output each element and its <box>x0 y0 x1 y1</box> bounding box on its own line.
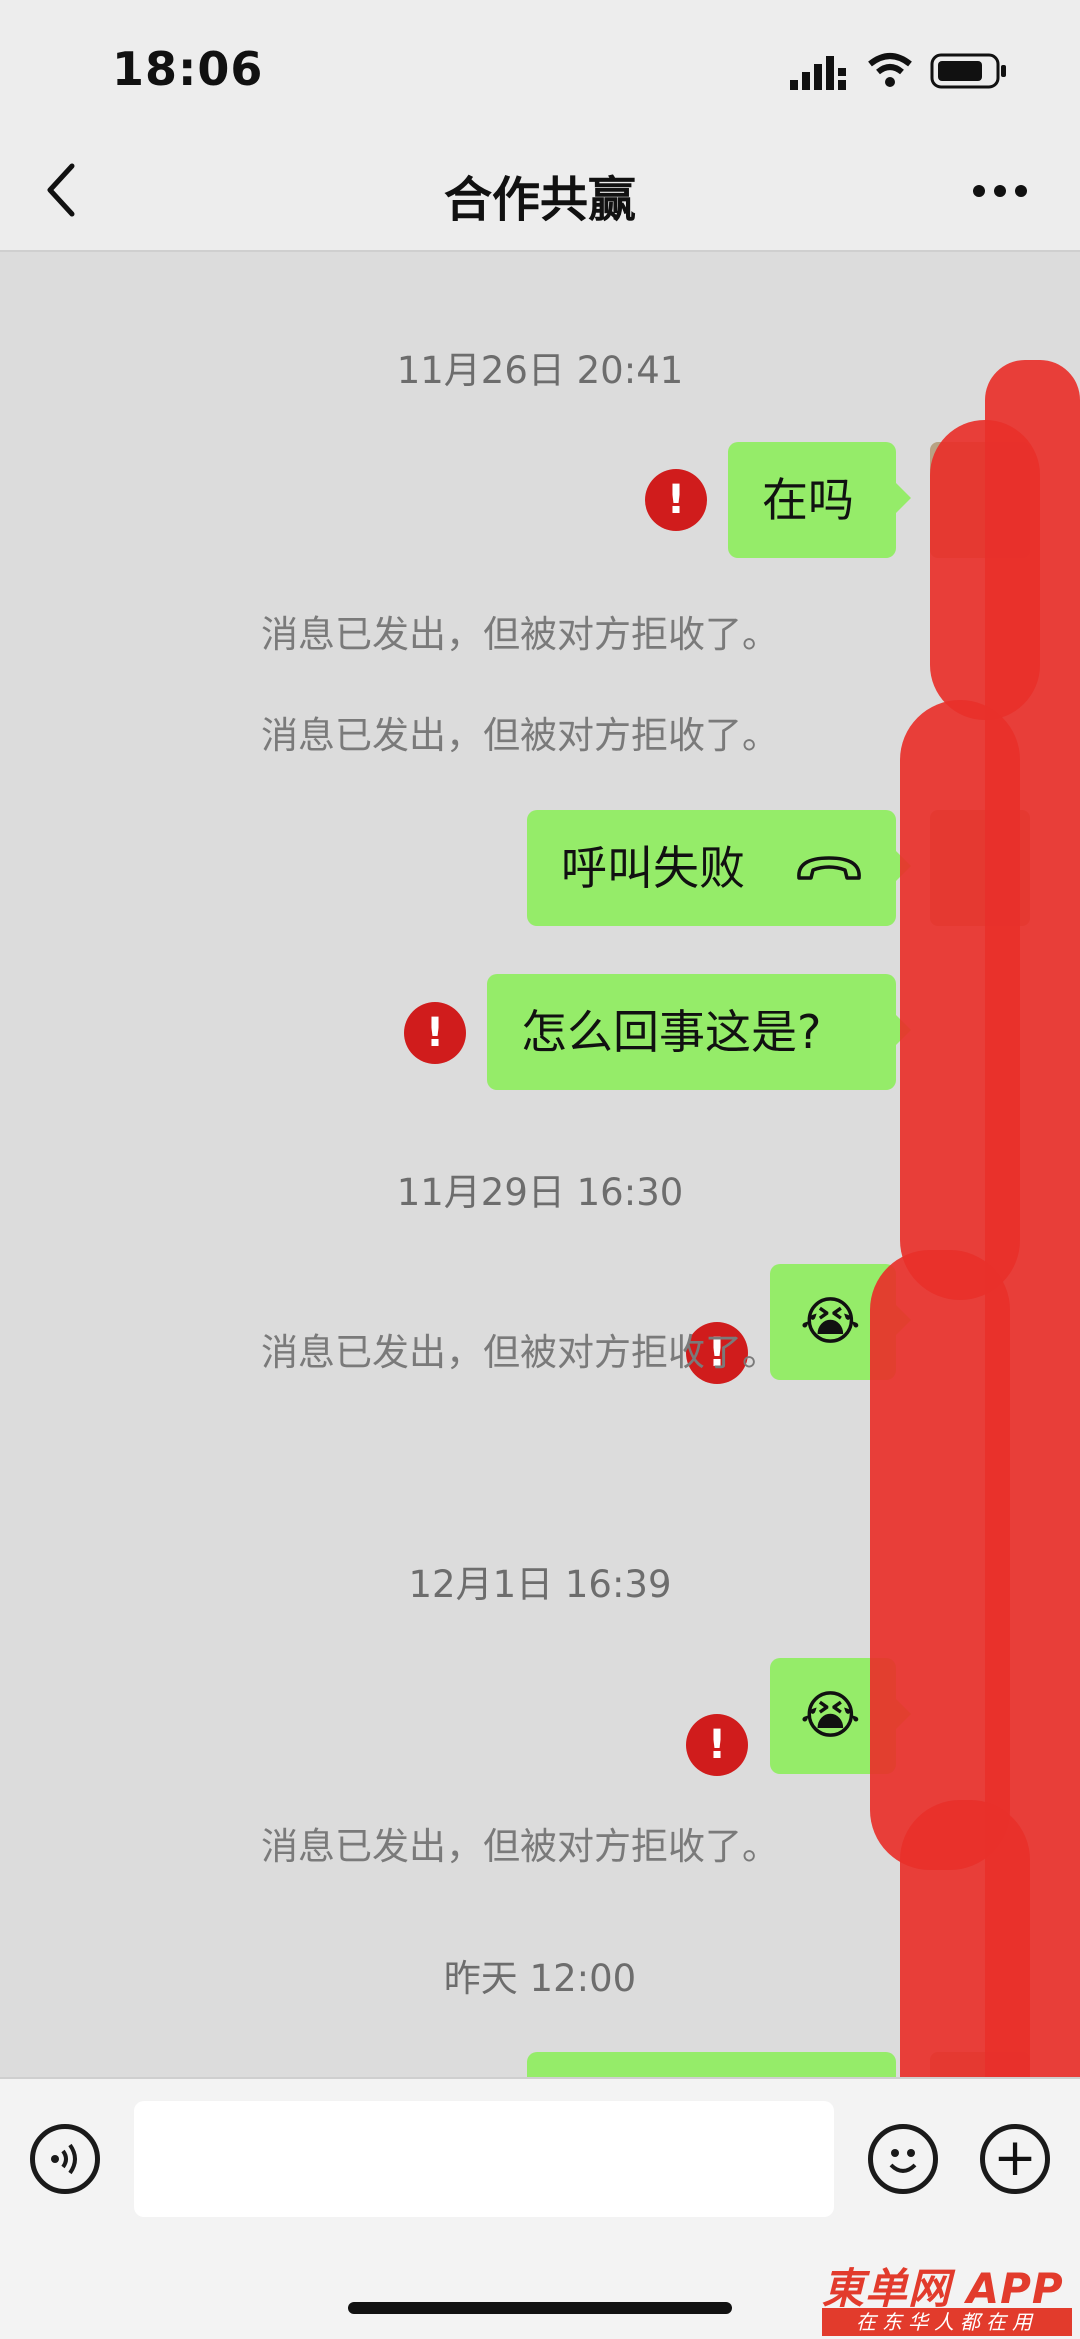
watermark-logo: 東单网 APP <box>822 2264 1064 2313</box>
message-input[interactable] <box>134 2101 834 2217</box>
plus-icon[interactable]: + <box>980 2124 1050 2194</box>
redaction-mark <box>930 420 1040 720</box>
watermark-slogan: 在东华人都在用 <box>822 2308 1072 2336</box>
redaction-mark <box>870 1250 1010 1870</box>
nav-bar: 合作共赢 <box>0 130 1080 252</box>
voice-icon[interactable] <box>30 2124 100 2194</box>
redaction-mark <box>900 700 1020 1300</box>
system-notice: 消息已发出，但被对方拒收了。 <box>261 613 779 656</box>
message-bubble[interactable]: 在吗 <box>728 442 911 558</box>
emoji-icon[interactable] <box>868 2124 938 2194</box>
call-failed-text: 呼叫失败 <box>561 841 745 895</box>
status-time: 18:06 <box>112 42 264 96</box>
send-failed-icon[interactable]: ! <box>645 469 707 531</box>
send-failed-icon[interactable]: ! <box>404 1002 466 1064</box>
message-bubble[interactable]: 怎么回事这是? <box>487 974 911 1090</box>
chat-title: 合作共赢 <box>443 172 636 228</box>
home-indicator <box>348 2302 732 2314</box>
more-ellipsis-icon[interactable] <box>970 182 1030 200</box>
signal-icon <box>790 56 846 90</box>
send-failed-icon[interactable]: ! <box>686 1714 748 1776</box>
wifi-icon <box>868 53 912 87</box>
phone-hangup-icon <box>797 856 861 880</box>
timestamp: 11月26日 20:41 <box>396 349 684 392</box>
status-bar: 18:06 <box>0 0 1080 130</box>
call-failed-bubble[interactable]: 呼叫失败 <box>527 810 911 926</box>
battery-icon <box>930 53 1006 89</box>
